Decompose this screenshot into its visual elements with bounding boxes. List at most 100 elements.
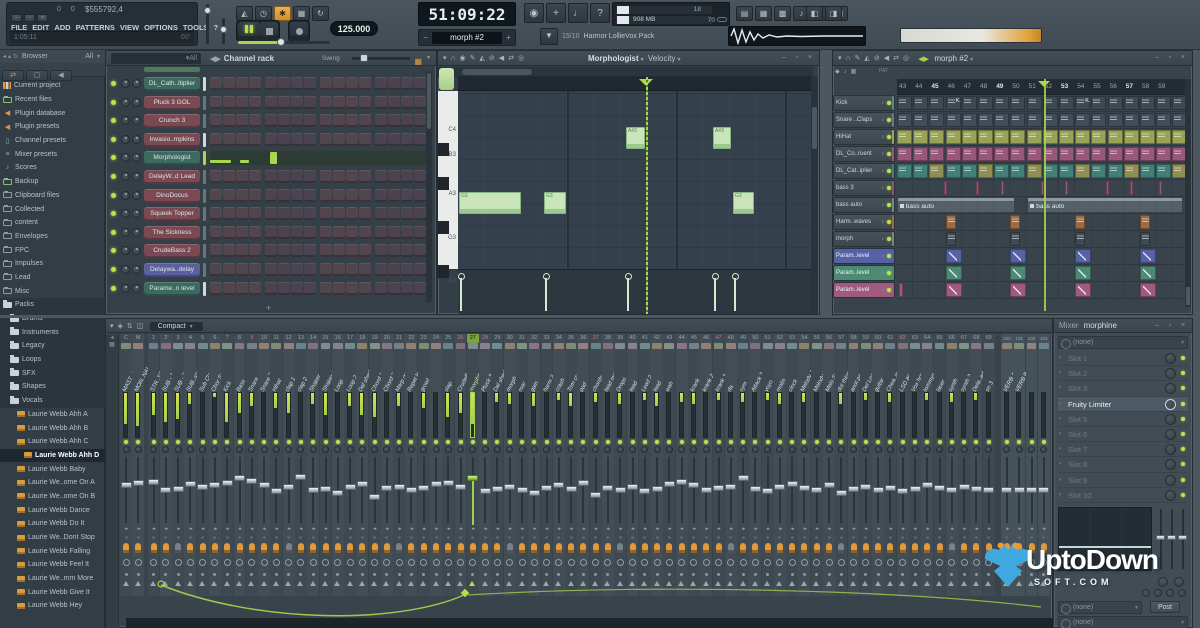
playlist-clip[interactable] [994,147,1009,161]
strip-fader[interactable] [307,455,319,525]
playlist-clip[interactable] [1140,249,1156,263]
velocity-handle[interactable] [734,278,736,311]
channel-button[interactable]: The Sickness [144,226,200,240]
step-cell[interactable] [223,282,235,295]
mixer-strip[interactable]: 16Loop◂▸ [332,334,344,596]
midi-note[interactable]: G3 [459,192,521,214]
strip-fx-icon[interactable] [897,541,909,557]
strip-led[interactable] [160,439,172,446]
channel-button[interactable]: Pluck 3 GOL [144,96,200,110]
step-cell[interactable] [414,170,426,183]
fx-slot[interactable]: Slot 1 [1058,351,1188,366]
maximize-icon[interactable]: ▫ [792,53,802,62]
strip-fx-icon[interactable] [651,541,663,557]
piano-tool-2-icon[interactable]: ◉ [460,51,466,66]
strip-led[interactable] [344,439,356,446]
playlist-tool-6-icon[interactable]: ⇄ [893,51,899,66]
step-cell[interactable] [236,133,248,146]
strip-fader[interactable] [455,455,467,525]
step-cell[interactable] [414,207,426,220]
fx-slot-knob[interactable] [1165,414,1176,425]
playlist-clip[interactable] [962,130,977,144]
playlist-clip[interactable] [1124,96,1139,110]
step-cell[interactable] [291,77,303,90]
step-cell[interactable] [401,77,413,90]
transport-option-4-icon[interactable]: ↻ [312,6,329,21]
strip-fx-icon[interactable] [688,541,700,557]
mixer-strip[interactable]: 42lead◂▸ [651,334,663,596]
playlist-clip[interactable]: bass auto [898,198,1014,212]
strip-fader[interactable] [221,455,233,525]
step-cell[interactable] [414,77,426,90]
strip-led[interactable] [725,439,737,446]
strip-arm-button[interactable] [148,557,160,571]
step-cell[interactable] [223,207,235,220]
strip-fader[interactable] [737,455,749,525]
eq-band-slider-1[interactable] [1156,507,1165,571]
strip-pan-knob[interactable] [860,446,872,455]
strip-route-arrow[interactable] [516,579,528,591]
strip-arm-button[interactable] [332,557,344,571]
playlist-clip[interactable] [1124,130,1139,144]
fader-handle[interactable] [652,486,663,492]
strip-fader[interactable] [774,455,786,525]
transport-option-0-icon[interactable]: ◭ [236,6,253,21]
channel-volume-knob[interactable] [132,228,141,237]
playlist-clip[interactable] [929,130,944,144]
strip-route-arrow[interactable] [909,579,921,591]
mixer-strip[interactable]: 26CrudeBass◂▸ [455,334,467,596]
transport-option-2-icon[interactable]: ✱ [274,6,291,21]
window-toggle-0-icon[interactable]: ▤ [736,6,753,21]
strip-fx-icon[interactable] [148,541,160,557]
step-cell[interactable] [359,77,371,90]
strip-led[interactable] [811,439,823,446]
fader-handle[interactable] [725,484,736,490]
strip-arm-button[interactable] [504,557,516,571]
midi-note[interactable]: G3 [544,192,566,214]
step-cell[interactable] [320,263,332,276]
step-cell[interactable] [265,244,277,257]
playlist-clip[interactable] [946,249,962,263]
step-cell[interactable] [265,96,277,109]
playlist-vscrollbar[interactable] [1185,79,1191,307]
step-cell[interactable] [249,170,261,183]
fx-slot-led[interactable] [1181,371,1185,375]
fader-handle[interactable] [504,484,515,490]
fader-handle[interactable] [946,487,957,493]
step-cell[interactable] [291,114,303,127]
strip-fader[interactable] [749,455,761,525]
playlist-clip[interactable] [1140,113,1155,127]
step-cell[interactable] [346,96,358,109]
strip-arm-button[interactable] [221,557,233,571]
step-cell[interactable] [346,226,358,239]
step-cell[interactable] [333,96,345,109]
strip-led[interactable] [774,439,786,446]
browser-item[interactable]: ◀Plugin presets [0,120,105,134]
strip-fx-icon[interactable] [676,541,688,557]
browser-item[interactable]: Collected [0,202,105,216]
strip-led[interactable] [639,439,651,446]
rack-filter-dropdown[interactable]: All▾ [111,53,201,64]
close-icon[interactable]: × [805,53,815,62]
step-cell[interactable] [359,282,371,295]
strip-route-arrow[interactable] [1026,579,1038,591]
strip-pan-knob[interactable] [332,446,344,455]
strip-arm-button[interactable] [884,557,896,571]
strip-arm-button[interactable] [897,557,909,571]
mixer-strip[interactable]: 12clap 1◂▸ [283,334,295,596]
strip-led[interactable] [356,439,368,446]
strip-fx-icon[interactable] [835,541,847,557]
strip-route-arrow[interactable] [221,579,233,591]
strip-pan-knob[interactable] [1026,446,1038,455]
playlist-clip[interactable] [897,113,912,127]
strip-fader[interactable] [786,455,798,525]
eq-graph[interactable] [1058,507,1152,571]
track-led[interactable] [887,169,891,173]
step-cell[interactable] [320,96,332,109]
strip-fx-icon[interactable] [737,541,749,557]
strip-fx-icon[interactable] [860,541,872,557]
browser-item[interactable]: FPC [0,243,105,257]
strip-arm-button[interactable] [946,557,958,571]
fader-handle[interactable] [259,482,270,488]
strip-route-arrow[interactable] [958,579,970,591]
